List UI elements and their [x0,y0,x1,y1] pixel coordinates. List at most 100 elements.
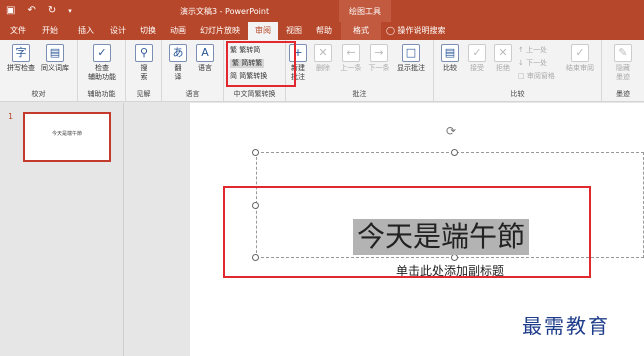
conversion-highlight-box [226,41,296,87]
review-pane-icon: □ [518,72,527,80]
group-label-compare: 比较 [510,90,525,98]
next-comment-button[interactable]: → 下一条 [366,44,392,73]
spell-check-button[interactable]: 字拼写检查 [6,44,36,73]
tab-insert[interactable]: 插入 [74,22,98,40]
tab-format[interactable]: 格式 [341,22,381,40]
prev-comment-button[interactable]: ← 上一条 [338,44,364,73]
lightbulb-icon: ◯ [386,26,398,35]
slide-thumbnail-panel: 1 今天是端午節 [0,103,124,356]
group-compare: ▤ 比较 ✓ 接受 ✕ 拒绝 ↑ 上一处 ↓ 下一处 □ 审阅窗格 ✓ 结束审阅 比较 [434,40,602,102]
ink-icon: ✎ [614,44,632,62]
end-review-label: 结束审阅 [566,64,594,72]
group-language: あ翻 译 A 语言 语言 [162,40,224,102]
accept-label: 接受 [470,64,484,72]
end-review-icon: ✓ [571,44,589,62]
translate-icon: あ [169,44,187,62]
tab-review[interactable]: 审阅 [248,22,278,40]
review-pane-label: 审阅窗格 [526,72,555,80]
context-tools-label: 绘图工具 [339,0,391,22]
group-label-proofing: 校对 [31,90,46,98]
save-icon[interactable]: ▣ [6,5,15,17]
language-button[interactable]: A 语言 [192,44,218,73]
hide-ink-button[interactable]: ✎ 隐藏 墨迹 [610,44,636,82]
next-comment-icon: → [370,44,388,62]
reject-icon: ✕ [494,44,512,62]
slide-thumbnail[interactable]: 今天是端午節 [23,112,111,162]
smart-lookup-label: 搜 索 [140,64,148,81]
prev-comment-icon: ← [342,44,360,62]
search-icon: ⚲ [135,44,153,62]
redo-icon[interactable]: ↻ [48,5,56,17]
tell-me-label: 操作说明搜索 [397,26,446,35]
next-change-icon: ↓ [518,59,527,67]
resize-handle[interactable] [252,149,259,156]
ribbon-tabs: 文件 开始 插入 设计 切换 动画 幻灯片放映 审阅 视图 帮助 格式 ◯ 操作… [0,22,644,40]
resize-handle[interactable] [451,149,458,156]
tab-slideshow[interactable]: 幻灯片放映 [196,22,244,40]
check-accessibility-label: 检查 辅助功能 [88,64,116,81]
tab-animations[interactable]: 动画 [166,22,190,40]
translate-label: 翻 译 [174,64,182,81]
language-label: 语言 [198,64,212,72]
group-accessibility: ✓ 检查 辅助功能 辅助功能 [78,40,126,102]
end-review-button[interactable]: ✓ 结束审阅 [562,44,598,73]
title-highlight-box [223,186,591,278]
tab-file[interactable]: 文件 [6,22,30,40]
review-pane-button[interactable]: □ 审阅窗格 [518,72,555,81]
quick-access-toolbar: ▣ ↶ ↻ ▾ [6,5,72,17]
group-ink: ✎ 隐藏 墨迹 墨迹 [602,40,644,102]
tell-me-search[interactable]: ◯ 操作说明搜索 [386,22,476,40]
delete-comment-button[interactable]: ✕ 删除 [312,44,334,73]
undo-icon[interactable]: ↶ [27,5,35,17]
next-change-button[interactable]: ↓ 下一处 [518,59,547,68]
tab-view[interactable]: 视图 [282,22,306,40]
show-comments-label: 显示批注 [397,64,425,72]
smart-lookup-button[interactable]: ⚲ 搜 索 [134,44,154,82]
translate-button[interactable]: あ翻 译 [168,44,188,82]
group-proofing: 字拼写检查 ▤ 同义词库 校对 [0,40,78,102]
title-bar: ▣ ↶ ↻ ▾ 演示文稿3 - PowerPoint 绘图工具 [0,0,644,22]
next-change-label: 下一处 [526,59,548,67]
customize-qat-icon[interactable]: ▾ [68,5,72,17]
show-comments-button[interactable]: □ 显示批注 [392,44,430,73]
group-comments: + 新建 批注 ✕ 删除 ← 上一条 → 下一条 □ 显示批注 批注 [286,40,434,102]
group-label-language: 语言 [185,90,200,98]
thesaurus-label: 同义词库 [41,64,69,72]
spellcheck-icon: 字 [12,44,30,62]
group-label-ink: 墨迹 [616,90,630,98]
accept-button[interactable]: ✓ 接受 [466,44,488,73]
compare-button[interactable]: ▤ 比较 [438,44,462,73]
check-accessibility-button[interactable]: ✓ 检查 辅助功能 [82,44,122,82]
document-title: 演示文稿3 - PowerPoint [180,7,270,16]
tab-transitions[interactable]: 切换 [136,22,160,40]
group-label-chinese: 中文简繁转换 [233,90,276,98]
compare-label: 比较 [443,64,457,72]
accessibility-icon: ✓ [93,44,111,62]
reject-button[interactable]: ✕ 拒绝 [492,44,514,73]
slide-number: 1 [8,112,14,121]
group-insights: ⚲ 搜 索 见解 [126,40,162,102]
prev-change-icon: ↑ [518,46,527,54]
book-icon: ▤ [46,44,64,62]
tab-help[interactable]: 帮助 [312,22,336,40]
prev-comment-label: 上一条 [340,64,362,72]
next-comment-label: 下一条 [368,64,390,72]
group-label-accessibility: 辅助功能 [87,90,116,98]
tab-design[interactable]: 设计 [106,22,130,40]
slide-thumbnail-text: 今天是端午節 [51,131,82,137]
accept-icon: ✓ [468,44,486,62]
tab-home[interactable]: 开始 [38,22,62,40]
thesaurus-button[interactable]: ▤ 同义词库 [38,44,72,73]
compare-icon: ▤ [441,44,459,62]
rotate-handle-icon[interactable]: ⟳ [446,124,456,138]
group-label-insights: 见解 [136,90,151,98]
watermark-text: 最需教育 [522,314,610,338]
language-icon: A [196,44,214,62]
delete-comment-icon: ✕ [314,44,332,62]
hide-ink-label: 隐藏 墨迹 [616,64,630,81]
prev-change-button[interactable]: ↑ 上一处 [518,46,547,55]
group-label-comments: 批注 [352,90,367,98]
reject-label: 拒绝 [496,64,510,72]
ribbon: 字拼写检查 ▤ 同义词库 校对 ✓ 检查 辅助功能 辅助功能 ⚲ 搜 索 见解 あ翻 … [0,40,644,102]
spell-check-label: 拼写检查 [7,64,35,72]
